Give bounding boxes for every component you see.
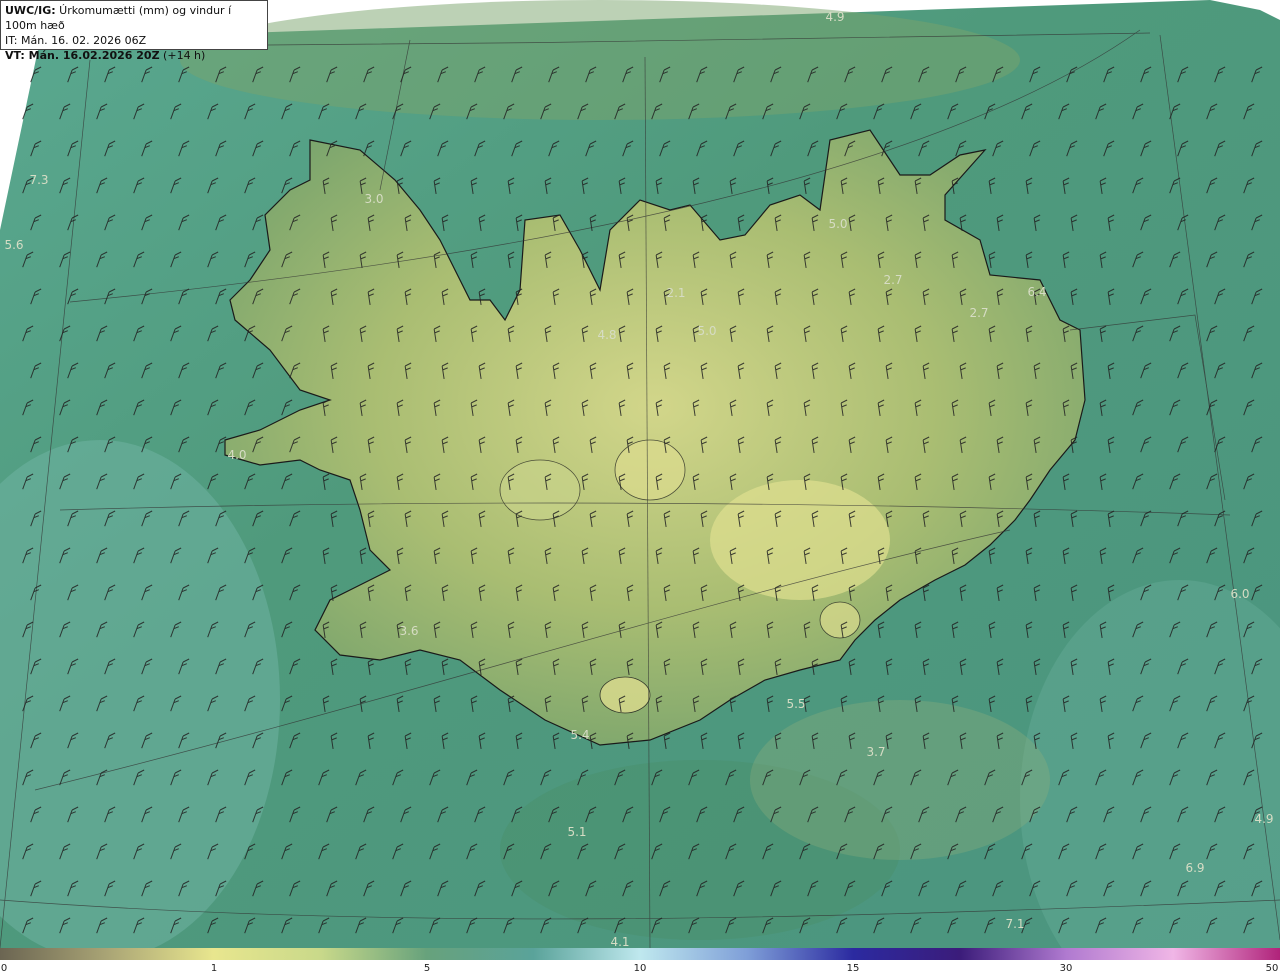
colorbar: 0 1 5 10 15 30 50 xyxy=(0,948,1280,978)
map-title: UWC/IG: Úrkomumætti (mm) og vindur í 100… xyxy=(0,0,268,62)
valid-time: VT: Mán. 16.02.2026 20Z xyxy=(5,49,160,62)
colorbar-gradient xyxy=(0,948,1280,960)
value-label: 3.0 xyxy=(364,192,384,206)
value-label: 7.3 xyxy=(29,173,49,187)
value-label: 2.1 xyxy=(666,286,686,300)
lead-time: (+14 h) xyxy=(159,49,206,62)
value-label: 5.5 xyxy=(786,697,806,711)
colorbar-tick: 10 xyxy=(633,963,647,974)
value-label: 5.6 xyxy=(4,238,24,252)
value-label: 2.7 xyxy=(969,306,989,320)
value-label: 6.0 xyxy=(1230,587,1250,601)
value-label: 3.6 xyxy=(399,624,419,638)
initial-time: IT: Mán. 16. 02. 2026 06Z xyxy=(5,34,147,47)
weather-map xyxy=(0,0,1280,948)
colorbar-tick: 50 xyxy=(1265,963,1279,974)
colorbar-tick: 30 xyxy=(1059,963,1073,974)
value-label: 4.8 xyxy=(597,328,617,342)
colorbar-tick: 1 xyxy=(210,963,218,974)
value-label: 5.0 xyxy=(828,217,848,231)
value-label: 4.9 xyxy=(825,10,845,24)
value-label: 5.1 xyxy=(567,825,587,839)
value-label: 4.0 xyxy=(227,448,247,462)
colorbar-tick: 5 xyxy=(423,963,431,974)
value-label: 4.1 xyxy=(610,935,630,949)
value-label: 7.1 xyxy=(1005,917,1025,931)
value-label: 5.4 xyxy=(570,728,590,742)
value-label: 3.7 xyxy=(866,745,886,759)
colorbar-tick: 0 xyxy=(0,963,8,974)
colorbar-tick: 15 xyxy=(846,963,860,974)
value-label: 6.4 xyxy=(1027,285,1047,299)
value-label: 2.7 xyxy=(883,273,903,287)
value-label: 4.9 xyxy=(1254,812,1274,826)
value-label: 5.0 xyxy=(697,324,717,338)
model-name: UWC/IG: xyxy=(5,4,56,17)
value-label: 6.9 xyxy=(1185,861,1205,875)
